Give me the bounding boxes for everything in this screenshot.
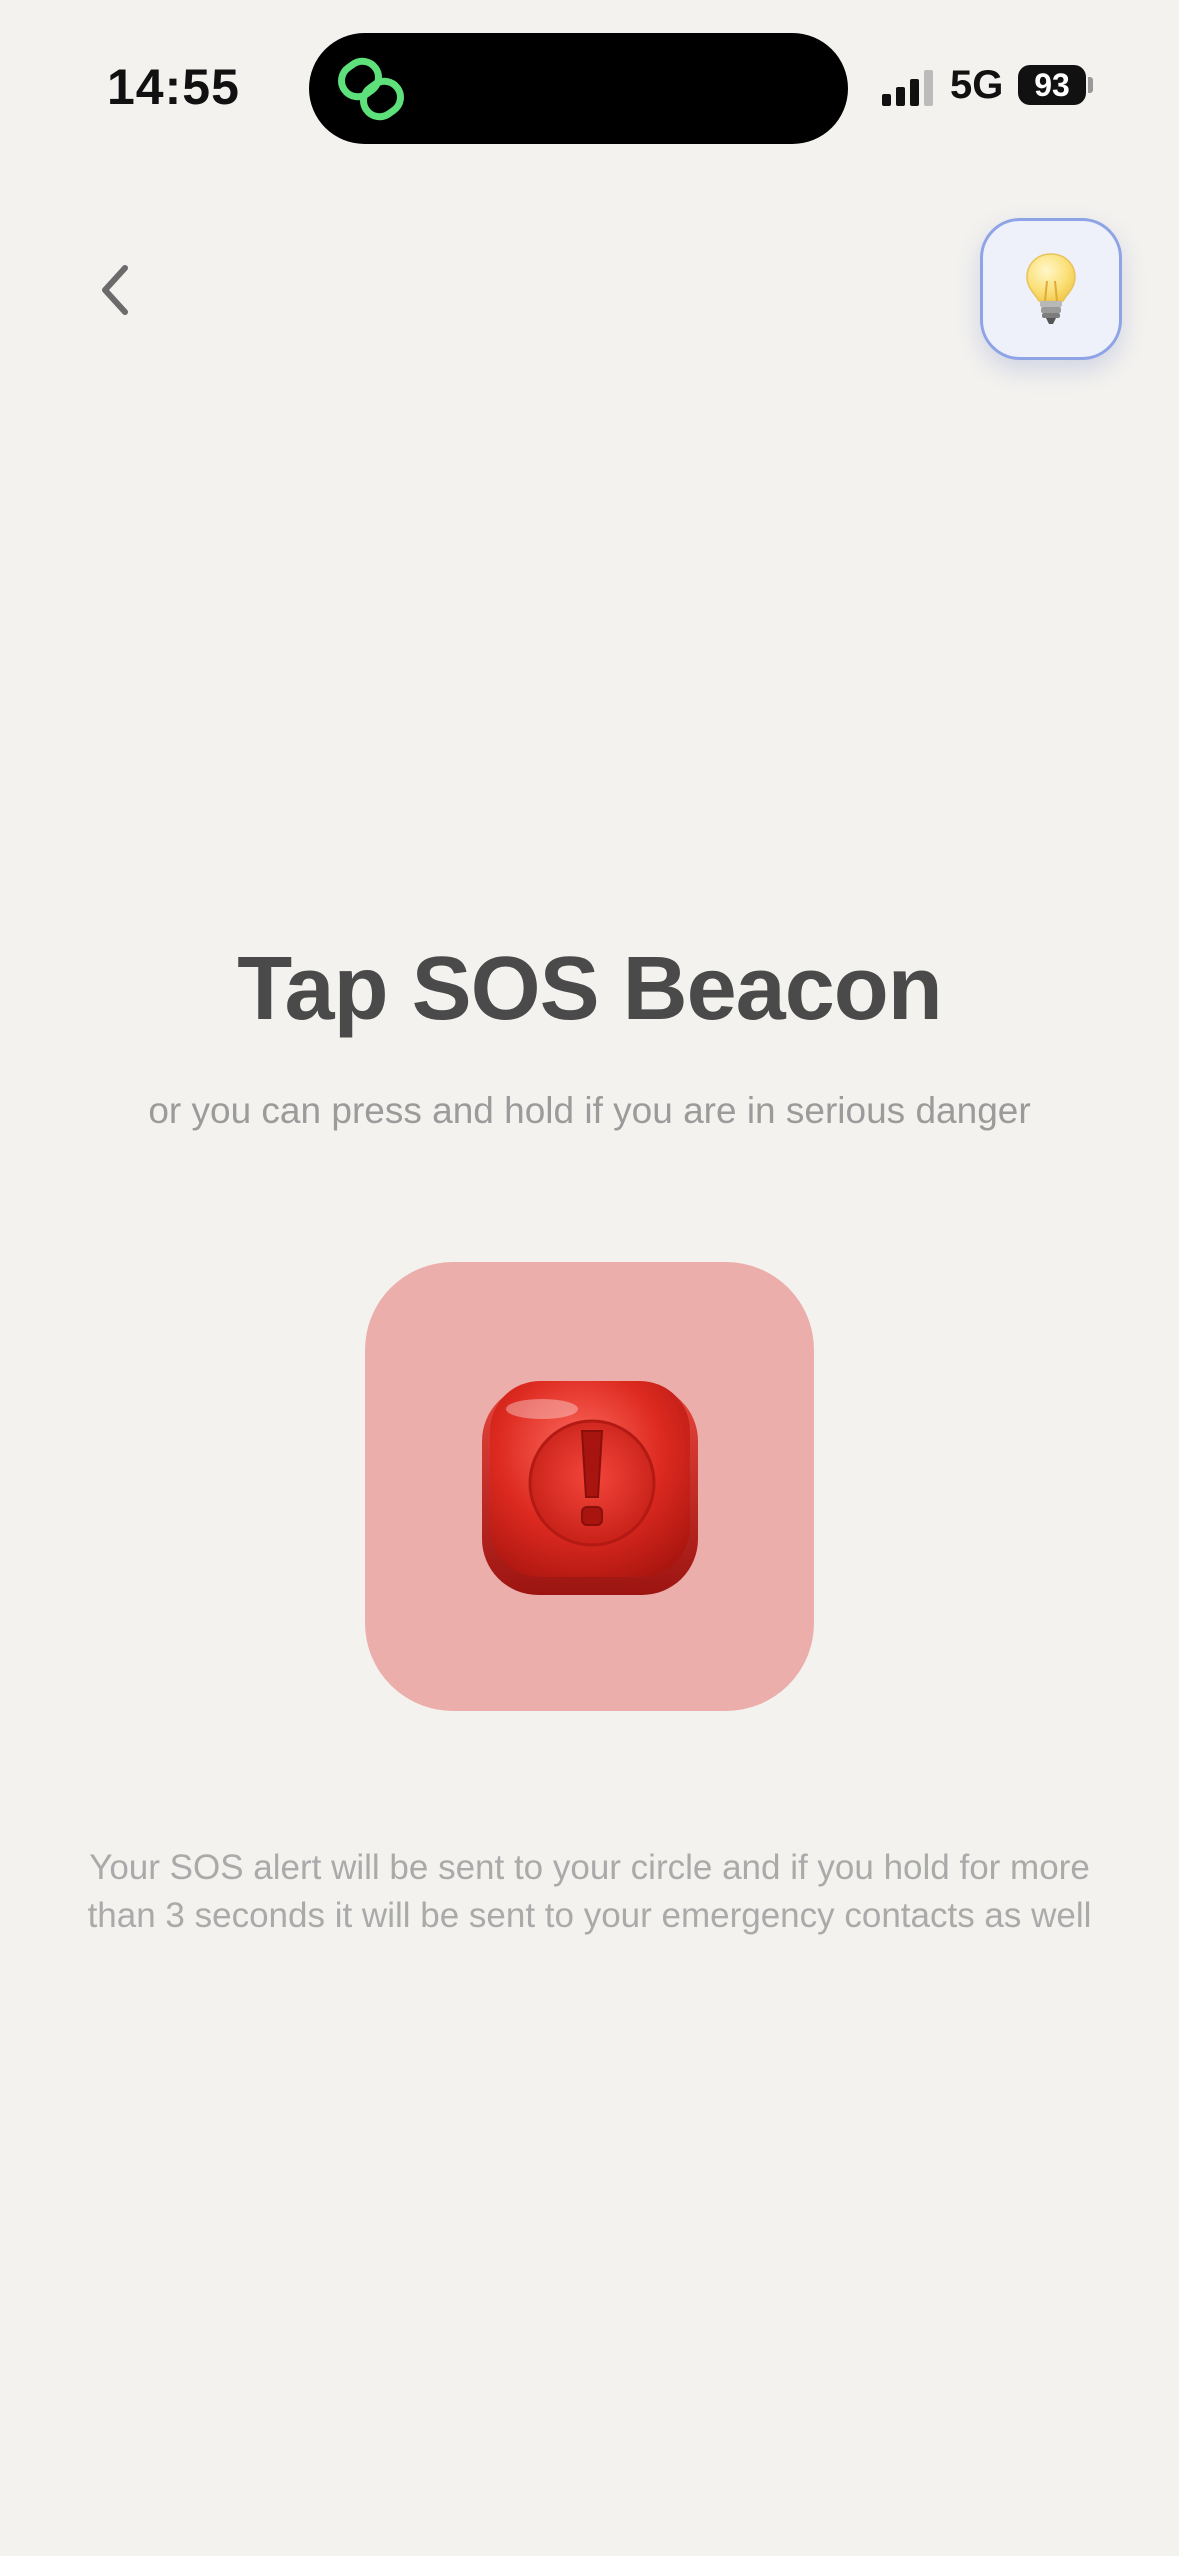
- exclamation-button-icon: [481, 1380, 698, 1595]
- sos-footnote: Your SOS alert will be sent to your circ…: [87, 1848, 1092, 1935]
- page-subtitle: or you can press and hold if you are in …: [148, 1090, 1031, 1131]
- chevron-left-icon: [102, 265, 128, 315]
- link-rings-icon: [338, 57, 404, 121]
- tips-button[interactable]: [980, 218, 1122, 360]
- page-title: Tap SOS Beacon: [237, 939, 943, 1039]
- lightbulb-icon: [1026, 253, 1076, 324]
- battery-icon: 93: [1018, 65, 1086, 105]
- sos-beacon-button[interactable]: [365, 1262, 814, 1711]
- network-type: 5G: [950, 63, 1004, 107]
- battery-nub: [1088, 77, 1093, 93]
- status-time: 14:55: [107, 59, 240, 115]
- back-button[interactable]: [80, 250, 150, 330]
- signal-icon: [882, 70, 933, 106]
- dynamic-island: [309, 33, 848, 144]
